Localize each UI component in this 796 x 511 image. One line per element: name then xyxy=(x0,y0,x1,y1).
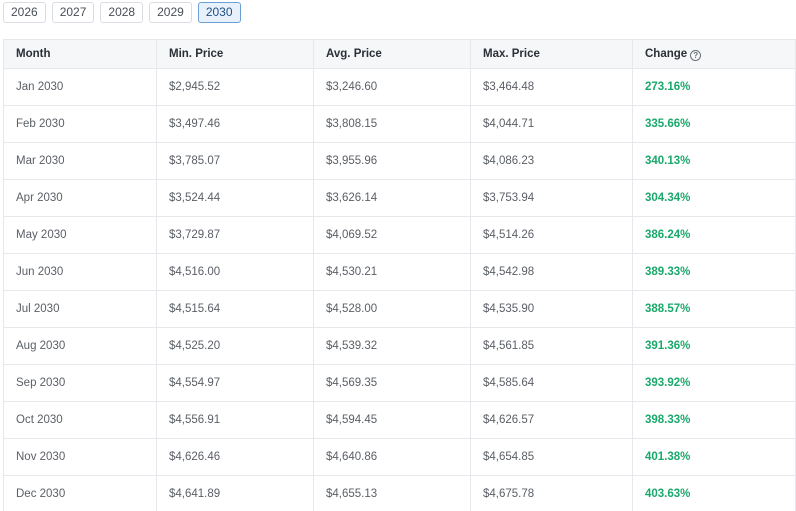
cell-month: Feb 2030 xyxy=(3,105,157,143)
table-row: Sep 2030 $4,554.97 $4,569.35 $4,585.64 393.9… xyxy=(3,364,796,402)
cell-max-price: $4,675.78 xyxy=(470,475,633,511)
cell-month: Mar 2030 xyxy=(3,142,157,180)
cell-change: 393.92% xyxy=(632,364,796,402)
table-row: Feb 2030 $3,497.46 $3,808.15 $4,044.71 335.6… xyxy=(3,105,796,143)
cell-min-price: $2,945.52 xyxy=(156,68,314,106)
table-body: Jan 2030 $2,945.52 $3,246.60 $3,464.48 273.1… xyxy=(3,68,796,511)
cell-max-price: $4,561.85 xyxy=(470,327,633,365)
cell-month: Aug 2030 xyxy=(3,327,157,365)
column-header-month: Month xyxy=(3,39,157,69)
page: 2026 2027 2028 2029 2030 Month Min. Pric… xyxy=(0,0,796,511)
cell-min-price: $4,556.91 xyxy=(156,401,314,439)
column-header-min-price: Min. Price xyxy=(156,39,314,69)
column-header-change: Change? xyxy=(632,39,796,69)
cell-max-price: $4,542.98 xyxy=(470,253,633,291)
cell-avg-price: $4,640.86 xyxy=(313,438,471,476)
cell-avg-price: $3,955.96 xyxy=(313,142,471,180)
cell-month: Dec 2030 xyxy=(3,475,157,511)
cell-max-price: $3,753.94 xyxy=(470,179,633,217)
cell-min-price: $4,515.64 xyxy=(156,290,314,328)
year-tabs: 2026 2027 2028 2029 2030 xyxy=(3,2,241,23)
table-row: Jun 2030 $4,516.00 $4,530.21 $4,542.98 389.3… xyxy=(3,253,796,291)
cell-change: 388.57% xyxy=(632,290,796,328)
cell-max-price: $4,585.64 xyxy=(470,364,633,402)
column-header-change-label: Change xyxy=(645,47,688,60)
column-header-avg-price: Avg. Price xyxy=(313,39,471,69)
cell-avg-price: $3,246.60 xyxy=(313,68,471,106)
cell-min-price: $4,516.00 xyxy=(156,253,314,291)
year-tab-2027[interactable]: 2027 xyxy=(51,2,95,23)
table-row: Apr 2030 $3,524.44 $3,626.14 $3,753.94 304.3… xyxy=(3,179,796,217)
cell-min-price: $3,524.44 xyxy=(156,179,314,217)
cell-month: Nov 2030 xyxy=(3,438,157,476)
table-row: Nov 2030 $4,626.46 $4,640.86 $4,654.85 401.3… xyxy=(3,438,796,476)
help-icon[interactable]: ? xyxy=(690,49,702,61)
cell-change: 389.33% xyxy=(632,253,796,291)
cell-max-price: $4,044.71 xyxy=(470,105,633,143)
cell-avg-price: $4,569.35 xyxy=(313,364,471,402)
price-prediction-table: Month Min. Price Avg. Price Max. Price C… xyxy=(3,39,796,511)
cell-change: 273.16% xyxy=(632,68,796,106)
cell-month: Jun 2030 xyxy=(3,253,157,291)
cell-change: 391.36% xyxy=(632,327,796,365)
cell-max-price: $4,086.23 xyxy=(470,142,633,180)
table-row: Mar 2030 $3,785.07 $3,955.96 $4,086.23 340.1… xyxy=(3,142,796,180)
year-tab-2028[interactable]: 2028 xyxy=(100,2,144,23)
cell-avg-price: $4,594.45 xyxy=(313,401,471,439)
cell-max-price: $4,654.85 xyxy=(470,438,633,476)
header-row: Month Min. Price Avg. Price Max. Price C… xyxy=(3,39,796,69)
cell-month: Sep 2030 xyxy=(3,364,157,402)
cell-min-price: $4,525.20 xyxy=(156,327,314,365)
cell-avg-price: $3,626.14 xyxy=(313,179,471,217)
price-table-container: Month Min. Price Avg. Price Max. Price C… xyxy=(3,39,796,511)
cell-avg-price: $4,530.21 xyxy=(313,253,471,291)
cell-min-price: $4,626.46 xyxy=(156,438,314,476)
cell-month: May 2030 xyxy=(3,216,157,254)
cell-change: 386.24% xyxy=(632,216,796,254)
cell-avg-price: $4,655.13 xyxy=(313,475,471,511)
cell-month: Jan 2030 xyxy=(3,68,157,106)
column-header-max-price: Max. Price xyxy=(470,39,633,69)
cell-min-price: $4,641.89 xyxy=(156,475,314,511)
cell-change: 398.33% xyxy=(632,401,796,439)
cell-max-price: $4,514.26 xyxy=(470,216,633,254)
cell-avg-price: $3,808.15 xyxy=(313,105,471,143)
cell-change: 340.13% xyxy=(632,142,796,180)
table-header: Month Min. Price Avg. Price Max. Price C… xyxy=(3,39,796,69)
cell-max-price: $4,535.90 xyxy=(470,290,633,328)
table-row: Oct 2030 $4,556.91 $4,594.45 $4,626.57 398.3… xyxy=(3,401,796,439)
table-row: May 2030 $3,729.87 $4,069.52 $4,514.26 386.2… xyxy=(3,216,796,254)
cell-month: Oct 2030 xyxy=(3,401,157,439)
table-row: Jul 2030 $4,515.64 $4,528.00 $4,535.90 388.5… xyxy=(3,290,796,328)
cell-min-price: $3,729.87 xyxy=(156,216,314,254)
cell-month: Apr 2030 xyxy=(3,179,157,217)
year-tab-2030[interactable]: 2030 xyxy=(197,2,241,23)
cell-change: 403.63% xyxy=(632,475,796,511)
cell-change: 335.66% xyxy=(632,105,796,143)
cell-min-price: $3,785.07 xyxy=(156,142,314,180)
cell-min-price: $4,554.97 xyxy=(156,364,314,402)
cell-avg-price: $4,528.00 xyxy=(313,290,471,328)
cell-month: Jul 2030 xyxy=(3,290,157,328)
cell-max-price: $3,464.48 xyxy=(470,68,633,106)
year-tab-2026[interactable]: 2026 xyxy=(3,2,46,23)
table-row: Aug 2030 $4,525.20 $4,539.32 $4,561.85 391.3… xyxy=(3,327,796,365)
cell-change: 304.34% xyxy=(632,179,796,217)
year-tab-2029[interactable]: 2029 xyxy=(149,2,192,23)
table-row: Jan 2030 $2,945.52 $3,246.60 $3,464.48 273.1… xyxy=(3,68,796,106)
cell-avg-price: $4,539.32 xyxy=(313,327,471,365)
cell-change: 401.38% xyxy=(632,438,796,476)
cell-min-price: $3,497.46 xyxy=(156,105,314,143)
table-row: Dec 2030 $4,641.89 $4,655.13 $4,675.78 403.6… xyxy=(3,475,796,511)
cell-max-price: $4,626.57 xyxy=(470,401,633,439)
cell-avg-price: $4,069.52 xyxy=(313,216,471,254)
